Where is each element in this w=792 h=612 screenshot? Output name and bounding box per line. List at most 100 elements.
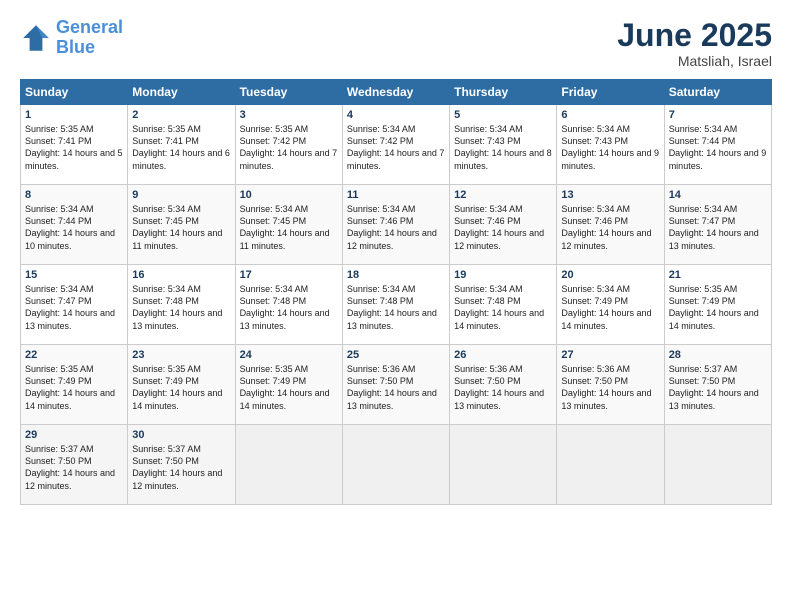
table-row: 17 Sunrise: 5:34 AM Sunset: 7:48 PM Dayl… [235,265,342,345]
header-wednesday: Wednesday [342,80,449,105]
day-number: 13 [561,189,659,201]
logo: General Blue [20,18,123,58]
table-row: 19 Sunrise: 5:34 AM Sunset: 7:48 PM Dayl… [450,265,557,345]
table-row: 26 Sunrise: 5:36 AM Sunset: 7:50 PM Dayl… [450,345,557,425]
table-row: 24 Sunrise: 5:35 AM Sunset: 7:49 PM Dayl… [235,345,342,425]
day-number: 2 [132,109,230,121]
calendar-week-row: 8 Sunrise: 5:34 AM Sunset: 7:44 PM Dayli… [21,185,772,265]
table-row [664,425,771,505]
day-number: 7 [669,109,767,121]
day-info: Sunrise: 5:34 AM Sunset: 7:48 PM Dayligh… [240,283,338,332]
day-number: 24 [240,349,338,361]
header-thursday: Thursday [450,80,557,105]
table-row: 13 Sunrise: 5:34 AM Sunset: 7:46 PM Dayl… [557,185,664,265]
day-number: 4 [347,109,445,121]
day-info: Sunrise: 5:36 AM Sunset: 7:50 PM Dayligh… [561,363,659,412]
table-row: 3 Sunrise: 5:35 AM Sunset: 7:42 PM Dayli… [235,105,342,185]
table-row: 11 Sunrise: 5:34 AM Sunset: 7:46 PM Dayl… [342,185,449,265]
day-number: 26 [454,349,552,361]
header-friday: Friday [557,80,664,105]
title-block: June 2025 Matsliah, Israel [617,18,772,69]
location: Matsliah, Israel [617,53,772,69]
day-number: 21 [669,269,767,281]
day-info: Sunrise: 5:35 AM Sunset: 7:41 PM Dayligh… [132,123,230,172]
day-info: Sunrise: 5:34 AM Sunset: 7:48 PM Dayligh… [132,283,230,332]
day-number: 15 [25,269,123,281]
calendar-header-row: Sunday Monday Tuesday Wednesday Thursday… [21,80,772,105]
day-info: Sunrise: 5:36 AM Sunset: 7:50 PM Dayligh… [347,363,445,412]
day-info: Sunrise: 5:35 AM Sunset: 7:49 PM Dayligh… [669,283,767,332]
day-info: Sunrise: 5:34 AM Sunset: 7:47 PM Dayligh… [669,203,767,252]
table-row: 1 Sunrise: 5:35 AM Sunset: 7:41 PM Dayli… [21,105,128,185]
day-number: 14 [669,189,767,201]
day-info: Sunrise: 5:34 AM Sunset: 7:47 PM Dayligh… [25,283,123,332]
table-row: 10 Sunrise: 5:34 AM Sunset: 7:45 PM Dayl… [235,185,342,265]
day-number: 29 [25,429,123,441]
day-number: 8 [25,189,123,201]
day-info: Sunrise: 5:35 AM Sunset: 7:49 PM Dayligh… [240,363,338,412]
day-number: 25 [347,349,445,361]
calendar-week-row: 22 Sunrise: 5:35 AM Sunset: 7:49 PM Dayl… [21,345,772,425]
day-number: 18 [347,269,445,281]
table-row [450,425,557,505]
table-row [235,425,342,505]
table-row: 29 Sunrise: 5:37 AM Sunset: 7:50 PM Dayl… [21,425,128,505]
logo-icon [20,22,52,54]
day-info: Sunrise: 5:37 AM Sunset: 7:50 PM Dayligh… [132,443,230,492]
day-number: 17 [240,269,338,281]
day-info: Sunrise: 5:34 AM Sunset: 7:49 PM Dayligh… [561,283,659,332]
header-saturday: Saturday [664,80,771,105]
table-row: 22 Sunrise: 5:35 AM Sunset: 7:49 PM Dayl… [21,345,128,425]
day-info: Sunrise: 5:36 AM Sunset: 7:50 PM Dayligh… [454,363,552,412]
day-info: Sunrise: 5:35 AM Sunset: 7:42 PM Dayligh… [240,123,338,172]
day-info: Sunrise: 5:34 AM Sunset: 7:48 PM Dayligh… [347,283,445,332]
table-row: 14 Sunrise: 5:34 AM Sunset: 7:47 PM Dayl… [664,185,771,265]
day-number: 12 [454,189,552,201]
day-number: 23 [132,349,230,361]
table-row: 4 Sunrise: 5:34 AM Sunset: 7:42 PM Dayli… [342,105,449,185]
table-row: 16 Sunrise: 5:34 AM Sunset: 7:48 PM Dayl… [128,265,235,345]
day-number: 30 [132,429,230,441]
day-number: 10 [240,189,338,201]
day-number: 27 [561,349,659,361]
table-row [557,425,664,505]
day-info: Sunrise: 5:34 AM Sunset: 7:46 PM Dayligh… [561,203,659,252]
table-row: 23 Sunrise: 5:35 AM Sunset: 7:49 PM Dayl… [128,345,235,425]
day-info: Sunrise: 5:34 AM Sunset: 7:43 PM Dayligh… [454,123,552,172]
day-info: Sunrise: 5:34 AM Sunset: 7:44 PM Dayligh… [669,123,767,172]
table-row: 28 Sunrise: 5:37 AM Sunset: 7:50 PM Dayl… [664,345,771,425]
day-number: 1 [25,109,123,121]
calendar-week-row: 1 Sunrise: 5:35 AM Sunset: 7:41 PM Dayli… [21,105,772,185]
table-row: 2 Sunrise: 5:35 AM Sunset: 7:41 PM Dayli… [128,105,235,185]
calendar-table: Sunday Monday Tuesday Wednesday Thursday… [20,79,772,505]
day-number: 5 [454,109,552,121]
day-info: Sunrise: 5:34 AM Sunset: 7:46 PM Dayligh… [347,203,445,252]
calendar-week-row: 29 Sunrise: 5:37 AM Sunset: 7:50 PM Dayl… [21,425,772,505]
table-row [342,425,449,505]
day-info: Sunrise: 5:34 AM Sunset: 7:42 PM Dayligh… [347,123,445,172]
day-info: Sunrise: 5:35 AM Sunset: 7:41 PM Dayligh… [25,123,123,172]
day-info: Sunrise: 5:34 AM Sunset: 7:44 PM Dayligh… [25,203,123,252]
header: General Blue June 2025 Matsliah, Israel [20,18,772,69]
page: General Blue June 2025 Matsliah, Israel … [0,0,792,612]
table-row: 27 Sunrise: 5:36 AM Sunset: 7:50 PM Dayl… [557,345,664,425]
header-tuesday: Tuesday [235,80,342,105]
logo-blue: Blue [56,38,123,58]
table-row: 25 Sunrise: 5:36 AM Sunset: 7:50 PM Dayl… [342,345,449,425]
calendar-week-row: 15 Sunrise: 5:34 AM Sunset: 7:47 PM Dayl… [21,265,772,345]
table-row: 18 Sunrise: 5:34 AM Sunset: 7:48 PM Dayl… [342,265,449,345]
day-info: Sunrise: 5:34 AM Sunset: 7:45 PM Dayligh… [240,203,338,252]
day-number: 3 [240,109,338,121]
day-number: 11 [347,189,445,201]
table-row: 21 Sunrise: 5:35 AM Sunset: 7:49 PM Dayl… [664,265,771,345]
day-info: Sunrise: 5:34 AM Sunset: 7:45 PM Dayligh… [132,203,230,252]
table-row: 7 Sunrise: 5:34 AM Sunset: 7:44 PM Dayli… [664,105,771,185]
table-row: 20 Sunrise: 5:34 AM Sunset: 7:49 PM Dayl… [557,265,664,345]
table-row: 9 Sunrise: 5:34 AM Sunset: 7:45 PM Dayli… [128,185,235,265]
day-number: 16 [132,269,230,281]
day-info: Sunrise: 5:34 AM Sunset: 7:43 PM Dayligh… [561,123,659,172]
table-row: 8 Sunrise: 5:34 AM Sunset: 7:44 PM Dayli… [21,185,128,265]
day-number: 20 [561,269,659,281]
day-info: Sunrise: 5:35 AM Sunset: 7:49 PM Dayligh… [25,363,123,412]
table-row: 12 Sunrise: 5:34 AM Sunset: 7:46 PM Dayl… [450,185,557,265]
